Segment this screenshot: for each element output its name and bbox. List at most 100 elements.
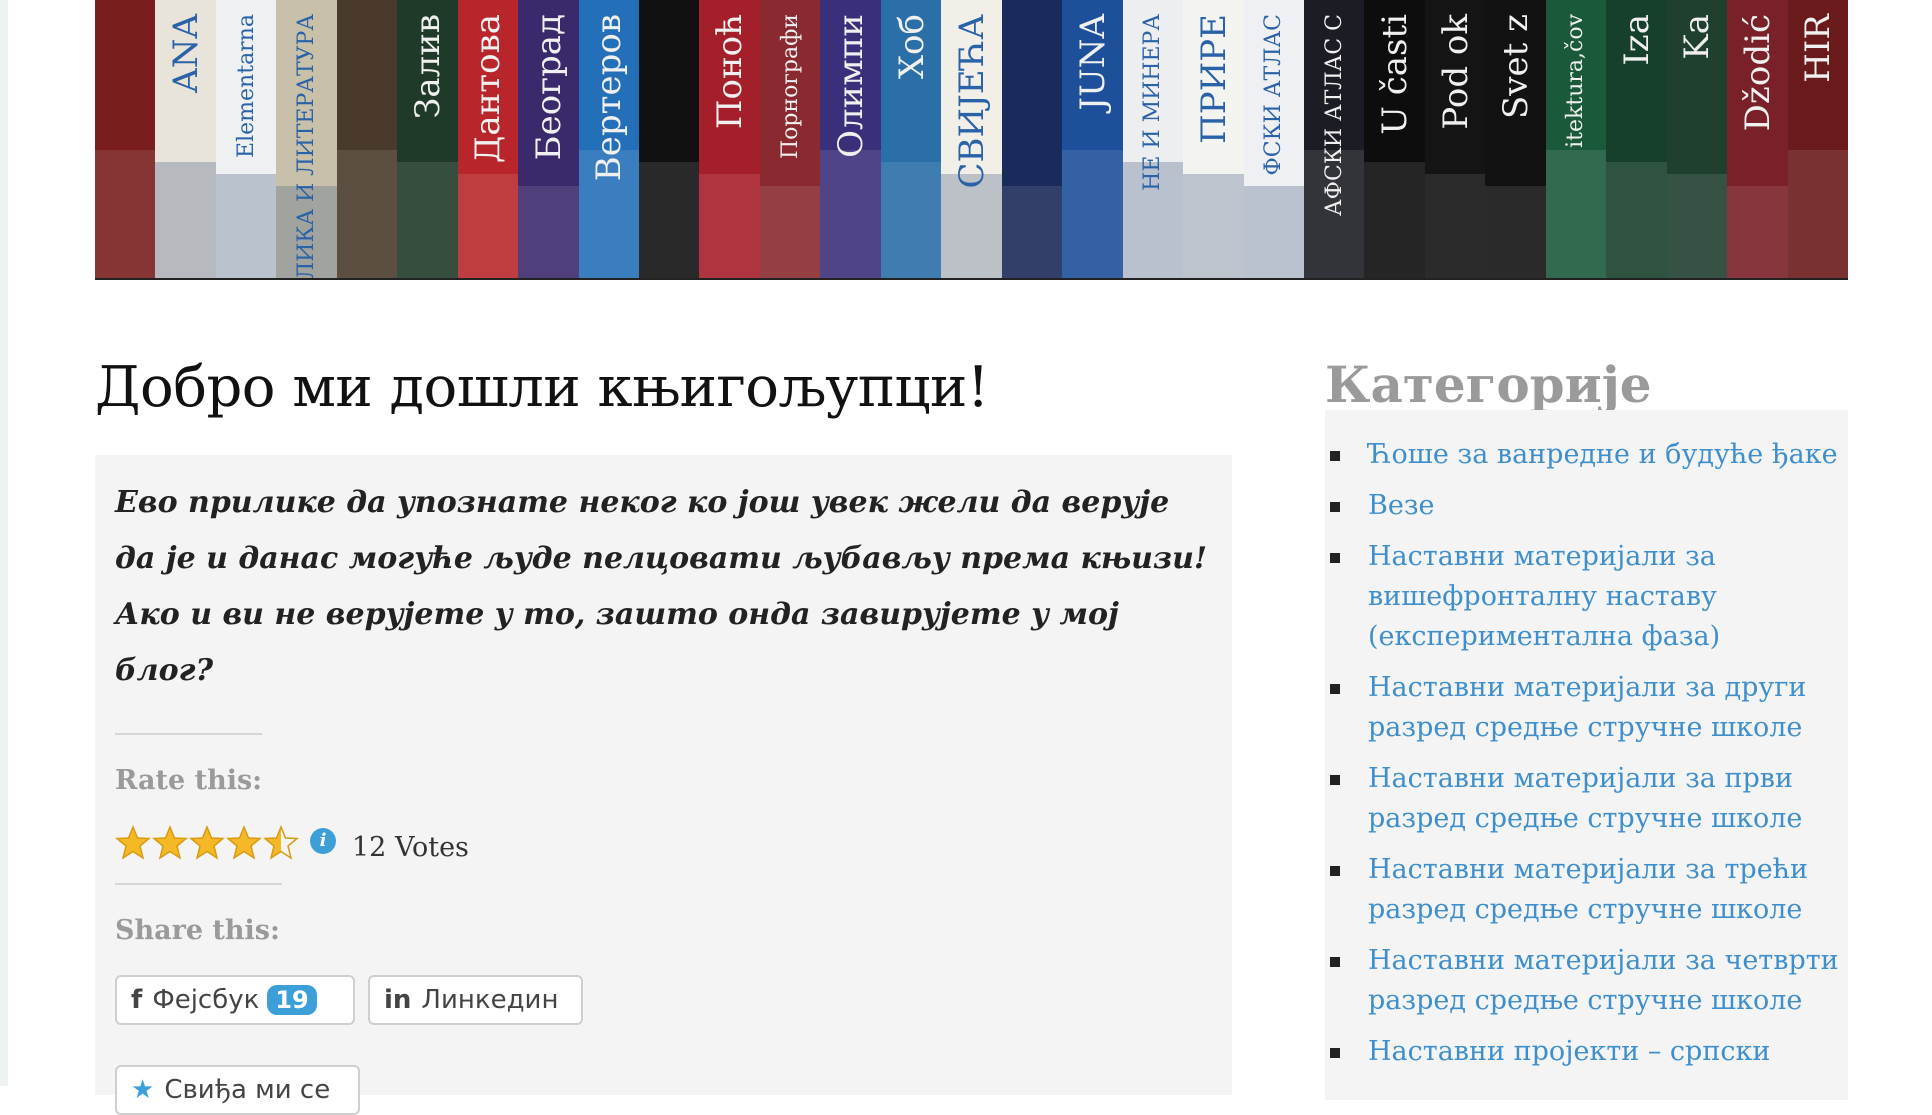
spine-title: Поноћ <box>710 14 751 130</box>
spine-title: ФСКИ АТЛАС <box>1261 14 1287 176</box>
category-link[interactable]: Наставни материјали за први разред средњ… <box>1325 759 1848 839</box>
spine-band <box>1606 162 1668 278</box>
book-spine: itektura,čov <box>1545 0 1608 278</box>
book-spine: Ka <box>1666 0 1729 278</box>
spine-band <box>397 162 459 278</box>
post-content: Ево прилике да упознате неког ко још уве… <box>95 455 1232 1115</box>
category-label[interactable]: Наставни материјали за вишефронталну нас… <box>1368 541 1720 652</box>
category-label[interactable]: Везе <box>1368 490 1435 521</box>
book-spine: ANA <box>155 0 217 278</box>
spine-title: Хоб <box>891 14 932 80</box>
book-spine: Порнографи <box>759 0 822 278</box>
spine-title: Олимпи <box>831 14 872 158</box>
spine-title: Džodić <box>1737 14 1778 132</box>
book-spine: ПРИРЕ <box>1183 0 1245 278</box>
book-spine: Elementarna <box>215 0 278 278</box>
book-spine: Svet z <box>1485 0 1547 278</box>
book-spine: Београд <box>518 0 580 278</box>
categories-widget: Ћоше за ванредне и будуће ђаке Везе Наст… <box>1325 410 1848 1100</box>
category-label[interactable]: Наставни материјали за трећи разред сред… <box>1368 854 1808 925</box>
star-icon[interactable] <box>152 825 188 861</box>
facebook-share-button[interactable]: f Фејсбук 19 <box>115 975 355 1025</box>
category-label[interactable]: Наставни материјали за четврти разред ср… <box>1368 945 1839 1016</box>
spine-title: itektura,čov <box>1563 14 1589 148</box>
spine-band <box>1364 162 1426 278</box>
spine-title: Ka <box>1677 14 1718 60</box>
book-spine: Дантова <box>457 0 520 278</box>
spine-band <box>155 162 217 278</box>
bullet <box>1330 553 1340 563</box>
categories-widget-title: Категорије <box>1325 355 1652 414</box>
spine-band <box>215 174 278 278</box>
spine-band <box>95 150 157 278</box>
star-rating[interactable] <box>115 825 300 865</box>
star-icon: ★ <box>131 1075 155 1105</box>
spine-title: Београд <box>528 14 569 161</box>
spine-title: Elementarna <box>233 14 259 158</box>
spine-title: Порнографи <box>777 14 803 160</box>
spine-band <box>457 174 520 278</box>
book-spine <box>639 0 701 278</box>
facebook-icon: f <box>131 985 143 1015</box>
spine-title: Iza <box>1616 14 1657 66</box>
page-left-border <box>0 0 8 1086</box>
facebook-share-label: Фејсбук <box>152 985 260 1015</box>
category-link[interactable]: Ћоше за ванредне и будуће ђаке <box>1325 435 1848 475</box>
spine-title: НЕ И МИНЕРА <box>1140 14 1166 191</box>
book-spine <box>95 0 157 278</box>
category-label[interactable]: Наставни материјали за други разред сред… <box>1368 672 1806 743</box>
divider <box>115 883 282 885</box>
book-spine: Pod ok <box>1424 0 1487 278</box>
book-spine: Вертеров <box>578 0 641 278</box>
linkedin-icon: in <box>384 985 412 1015</box>
category-label[interactable]: Наставни пројекти – српски <box>1368 1036 1770 1067</box>
post-title[interactable]: Добро ми дошли књигољупци! <box>95 355 989 420</box>
star-icon[interactable] <box>263 825 299 861</box>
category-label[interactable]: Ћоше за ванредне и будуће ђаке <box>1368 439 1838 470</box>
book-spine: Хоб <box>880 0 943 278</box>
spine-band <box>941 174 1003 278</box>
category-link[interactable]: Везе <box>1325 486 1848 526</box>
bullet <box>1330 866 1340 876</box>
spine-title: Svet z <box>1496 14 1537 120</box>
votes-count: 12 Votes <box>352 832 469 863</box>
category-link[interactable]: Наставни пројекти – српски <box>1325 1032 1848 1072</box>
spine-band <box>1183 174 1245 278</box>
category-list: Ћоше за ванредне и будуће ђаке Везе Наст… <box>1325 435 1848 1083</box>
bullet <box>1330 451 1340 461</box>
spine-band <box>639 162 701 278</box>
spine-band <box>820 150 882 278</box>
share-count-badge: 19 <box>267 985 317 1015</box>
spine-title: ЛИКА И ЛИТЕРАТУРА <box>294 14 320 278</box>
spine-title: Дантова <box>468 14 509 164</box>
book-spine: Олимпи <box>820 0 882 278</box>
post-intro-text: Ево прилике да упознате неког ко још уве… <box>115 485 1208 688</box>
category-label[interactable]: Наставни материјали за први разред средњ… <box>1368 763 1802 834</box>
category-link[interactable]: Наставни материјали за вишефронталну нас… <box>1325 537 1848 657</box>
header-banner-image[interactable]: ANA Elementarna ЛИКА И ЛИТЕРАТУРА Залив Дант… <box>95 0 1848 280</box>
spine-band <box>1001 186 1064 278</box>
spine-band <box>336 150 399 278</box>
like-button[interactable]: ★ Свиђа ми се <box>115 1065 360 1115</box>
spine-band <box>1243 186 1305 278</box>
star-icon[interactable] <box>115 825 151 861</box>
book-spine: СВИЈЕЋА <box>941 0 1003 278</box>
book-spine: Залив <box>397 0 459 278</box>
category-link[interactable]: Наставни материјали за четврти разред ср… <box>1325 941 1848 1021</box>
book-spine: JUNA <box>1062 0 1124 278</box>
book-spine: Džodić <box>1727 0 1789 278</box>
category-link[interactable]: Наставни материјали за други разред сред… <box>1325 668 1848 748</box>
info-icon[interactable]: i <box>310 828 336 854</box>
rate-this-label: Rate this: <box>115 765 263 796</box>
book-spine: ЛИКА И ЛИТЕРАТУРА <box>276 0 338 278</box>
book-spine <box>336 0 399 278</box>
spine-band <box>1787 150 1848 278</box>
spine-band <box>699 174 761 278</box>
book-spine: Iza <box>1606 0 1668 278</box>
star-icon[interactable] <box>189 825 225 861</box>
linkedin-share-button[interactable]: in Линкедин <box>368 975 583 1025</box>
bullet <box>1330 1048 1340 1058</box>
category-link[interactable]: Наставни материјали за трећи разред сред… <box>1325 850 1848 930</box>
spine-title: Pod ok <box>1435 14 1476 130</box>
star-icon[interactable] <box>226 825 262 861</box>
